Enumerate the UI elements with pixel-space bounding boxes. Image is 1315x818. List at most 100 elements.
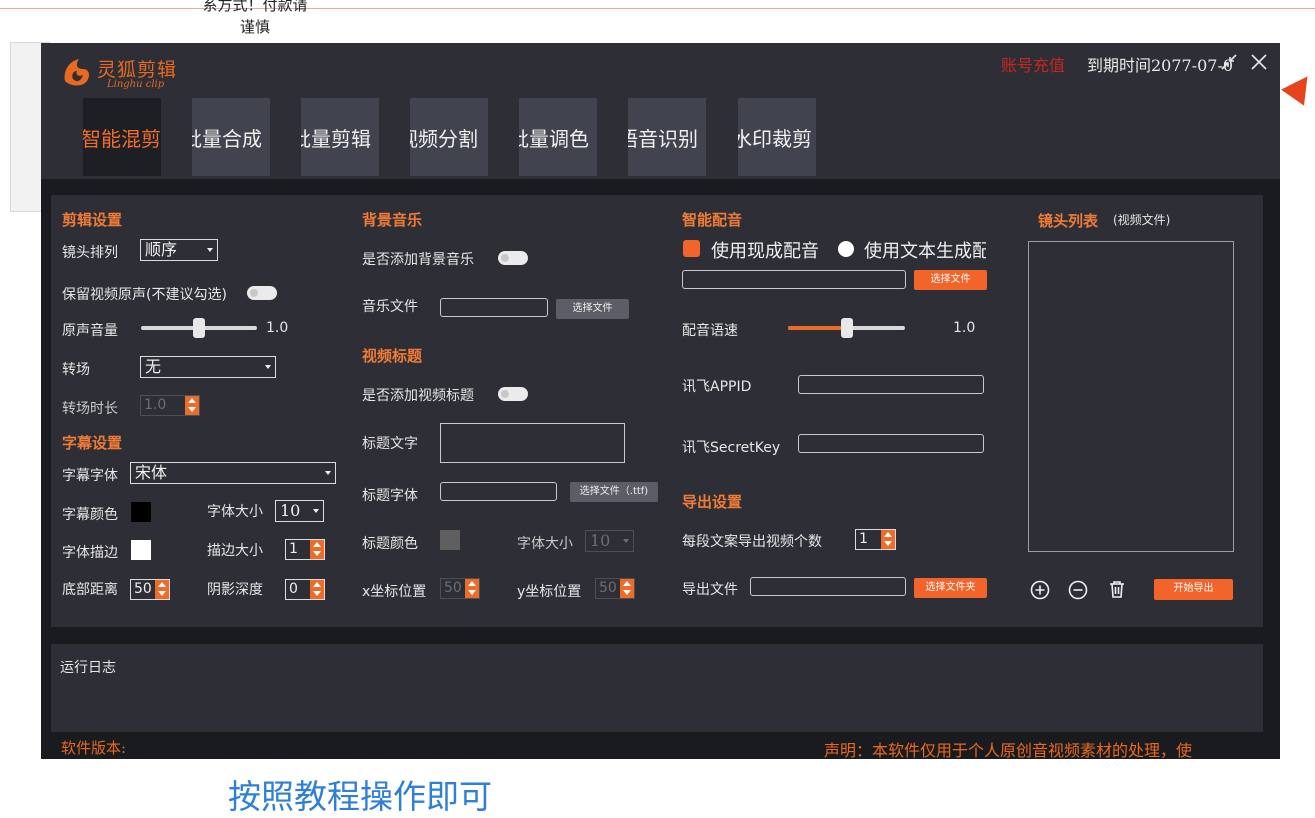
spin-button[interactable] xyxy=(881,530,895,549)
appid-label: 讯飞APPID xyxy=(682,379,752,395)
x-pos-spinner[interactable]: 50 xyxy=(440,578,480,599)
start-export-button[interactable]: 开始导出 xyxy=(1154,579,1233,600)
add-title-toggle[interactable] xyxy=(498,387,528,401)
title-font-label: 标题字体 xyxy=(362,488,418,504)
shot-order-label: 镜头排列 xyxy=(62,245,118,261)
secret-input[interactable] xyxy=(798,434,984,453)
title-font-input[interactable] xyxy=(440,482,557,501)
stroke-label: 字体描边 xyxy=(62,545,118,561)
bottom-distance-spinner[interactable]: 50 xyxy=(130,579,170,600)
tab-label: 批量合成 xyxy=(192,127,262,151)
title-size-select[interactable]: 10 xyxy=(585,530,634,552)
export-count-spinner[interactable]: 1 xyxy=(855,529,896,550)
title-color-swatch[interactable] xyxy=(440,530,460,550)
tutorial-caption: 按照教程操作即可 xyxy=(228,777,492,816)
subtitle-color-label: 字幕颜色 xyxy=(62,507,118,523)
remove-icon[interactable] xyxy=(1068,580,1088,600)
spin-button[interactable] xyxy=(620,579,634,598)
tab-video-split[interactable]: 视频分割 xyxy=(410,98,488,176)
orig-volume-value: 1.0 xyxy=(266,320,289,336)
orig-volume-slider[interactable] xyxy=(141,318,257,338)
top-note: 系方式！付款请 谨慎 xyxy=(170,0,340,38)
recharge-link[interactable]: 账号充值 xyxy=(1001,52,1065,76)
secret-label: 讯飞SecretKey xyxy=(682,440,781,456)
minimize-icon[interactable] xyxy=(1221,54,1237,70)
slider-knob[interactable] xyxy=(193,318,205,338)
close-icon[interactable] xyxy=(1250,53,1268,71)
music-file-input[interactable] xyxy=(440,298,548,317)
app-window: 灵狐剪辑 Linghu clip 账号充值 到期时间2077-07-0 智能混剪… xyxy=(41,43,1280,760)
spin-button[interactable] xyxy=(155,580,169,599)
title-size-value: 10 xyxy=(590,531,611,550)
shot-order-value: 顺序 xyxy=(145,240,178,259)
slider-knob[interactable] xyxy=(840,318,853,338)
trash-icon[interactable] xyxy=(1107,579,1127,599)
fox-logo-icon xyxy=(64,59,90,86)
export-file-input[interactable] xyxy=(750,577,906,596)
music-title: 背景音乐 xyxy=(362,211,423,229)
orig-volume-label: 原声音量 xyxy=(62,323,118,339)
tab-batch-edit[interactable]: 批量剪辑 xyxy=(301,98,379,176)
video-title-title: 视频标题 xyxy=(362,347,423,365)
transition-label: 转场 xyxy=(62,362,90,378)
shadow-label: 阴影深度 xyxy=(207,582,263,598)
dub-file-input[interactable] xyxy=(682,270,906,289)
dub-speed-label: 配音语速 xyxy=(682,323,738,339)
shadow-value: 0 xyxy=(289,581,298,597)
spin-button[interactable] xyxy=(310,580,324,599)
transition-duration-spinner[interactable]: 1.0 xyxy=(140,395,200,416)
tab-speech-recognition[interactable]: 语音识别 xyxy=(628,98,706,176)
music-choose-button[interactable]: 选择文件 xyxy=(556,299,629,319)
spin-button[interactable] xyxy=(185,396,199,415)
subtitle-size-value: 10 xyxy=(280,501,301,520)
tab-batch-compose[interactable]: 批量合成 xyxy=(192,98,270,176)
stroke-color-swatch[interactable] xyxy=(131,540,151,560)
logo-title: 灵狐剪辑 xyxy=(97,59,178,81)
subtitle-settings-title: 字幕设置 xyxy=(62,434,123,452)
radio-generate-dub[interactable] xyxy=(838,241,854,257)
export-choose-folder-button[interactable]: 选择文件夹 xyxy=(914,578,987,598)
shot-list-box[interactable] xyxy=(1028,241,1234,552)
x-pos-label: x坐标位置 xyxy=(362,584,427,600)
add-music-toggle[interactable] xyxy=(498,251,528,265)
tab-smart-mix[interactable]: 智能混剪 xyxy=(83,98,161,176)
logo-subtitle: Linghu clip xyxy=(107,79,165,90)
appid-input[interactable] xyxy=(798,375,984,394)
title-bar: 灵狐剪辑 Linghu clip 账号充值 到期时间2077-07-0 智能混剪… xyxy=(41,43,1280,179)
tab-label: 智能混剪 xyxy=(83,127,161,151)
top-note-line1: 系方式！付款请 xyxy=(202,0,308,14)
stroke-size-spinner[interactable]: 1 xyxy=(285,539,325,560)
shadow-spinner[interactable]: 0 xyxy=(285,579,325,600)
add-music-label: 是否添加背景音乐 xyxy=(362,252,474,268)
title-text-input[interactable] xyxy=(440,423,625,463)
shot-list-subtitle: (视频文件) xyxy=(1113,213,1171,227)
dub-choose-button[interactable]: 选择文件 xyxy=(914,270,987,290)
add-icon[interactable] xyxy=(1030,580,1050,600)
subtitle-font-select[interactable]: 宋体 xyxy=(130,462,336,484)
add-title-label: 是否添加视频标题 xyxy=(362,388,474,404)
dub-speed-slider[interactable] xyxy=(788,318,905,338)
stroke-size-label: 描边大小 xyxy=(207,543,263,559)
spin-button[interactable] xyxy=(310,540,324,559)
keep-audio-label: 保留视频原声(不建议勾选) xyxy=(62,287,227,303)
radio-generate-dub-label: 使用文本生成配音 xyxy=(864,241,986,262)
title-size-label: 字体大小 xyxy=(517,536,573,552)
subtitle-size-label: 字体大小 xyxy=(207,504,263,520)
title-font-button[interactable]: 选择文件（.ttf) xyxy=(570,482,658,502)
tab-batch-color[interactable]: 批量调色 xyxy=(519,98,597,176)
edit-settings-title: 剪辑设置 xyxy=(62,211,123,229)
expire-date: 到期时间2077-07-0 xyxy=(1087,56,1234,75)
run-log-panel: 运行日志 xyxy=(51,644,1263,732)
y-pos-spinner[interactable]: 50 xyxy=(595,578,635,599)
tab-label: 语音识别 xyxy=(628,127,698,151)
transition-select[interactable]: 无 xyxy=(140,356,276,378)
tab-watermark-crop[interactable]: 去水印裁剪 xyxy=(738,98,816,176)
keep-audio-toggle[interactable] xyxy=(247,286,277,300)
bottom-distance-label: 底部距离 xyxy=(62,582,118,598)
spin-button[interactable] xyxy=(465,579,479,598)
subtitle-color-swatch[interactable] xyxy=(131,502,151,522)
subtitle-size-select[interactable]: 10 xyxy=(275,500,324,522)
export-count-label: 每段文案导出视频个数 xyxy=(682,534,822,550)
radio-existing-dub[interactable] xyxy=(683,240,700,257)
shot-order-select[interactable]: 顺序 xyxy=(140,239,218,261)
